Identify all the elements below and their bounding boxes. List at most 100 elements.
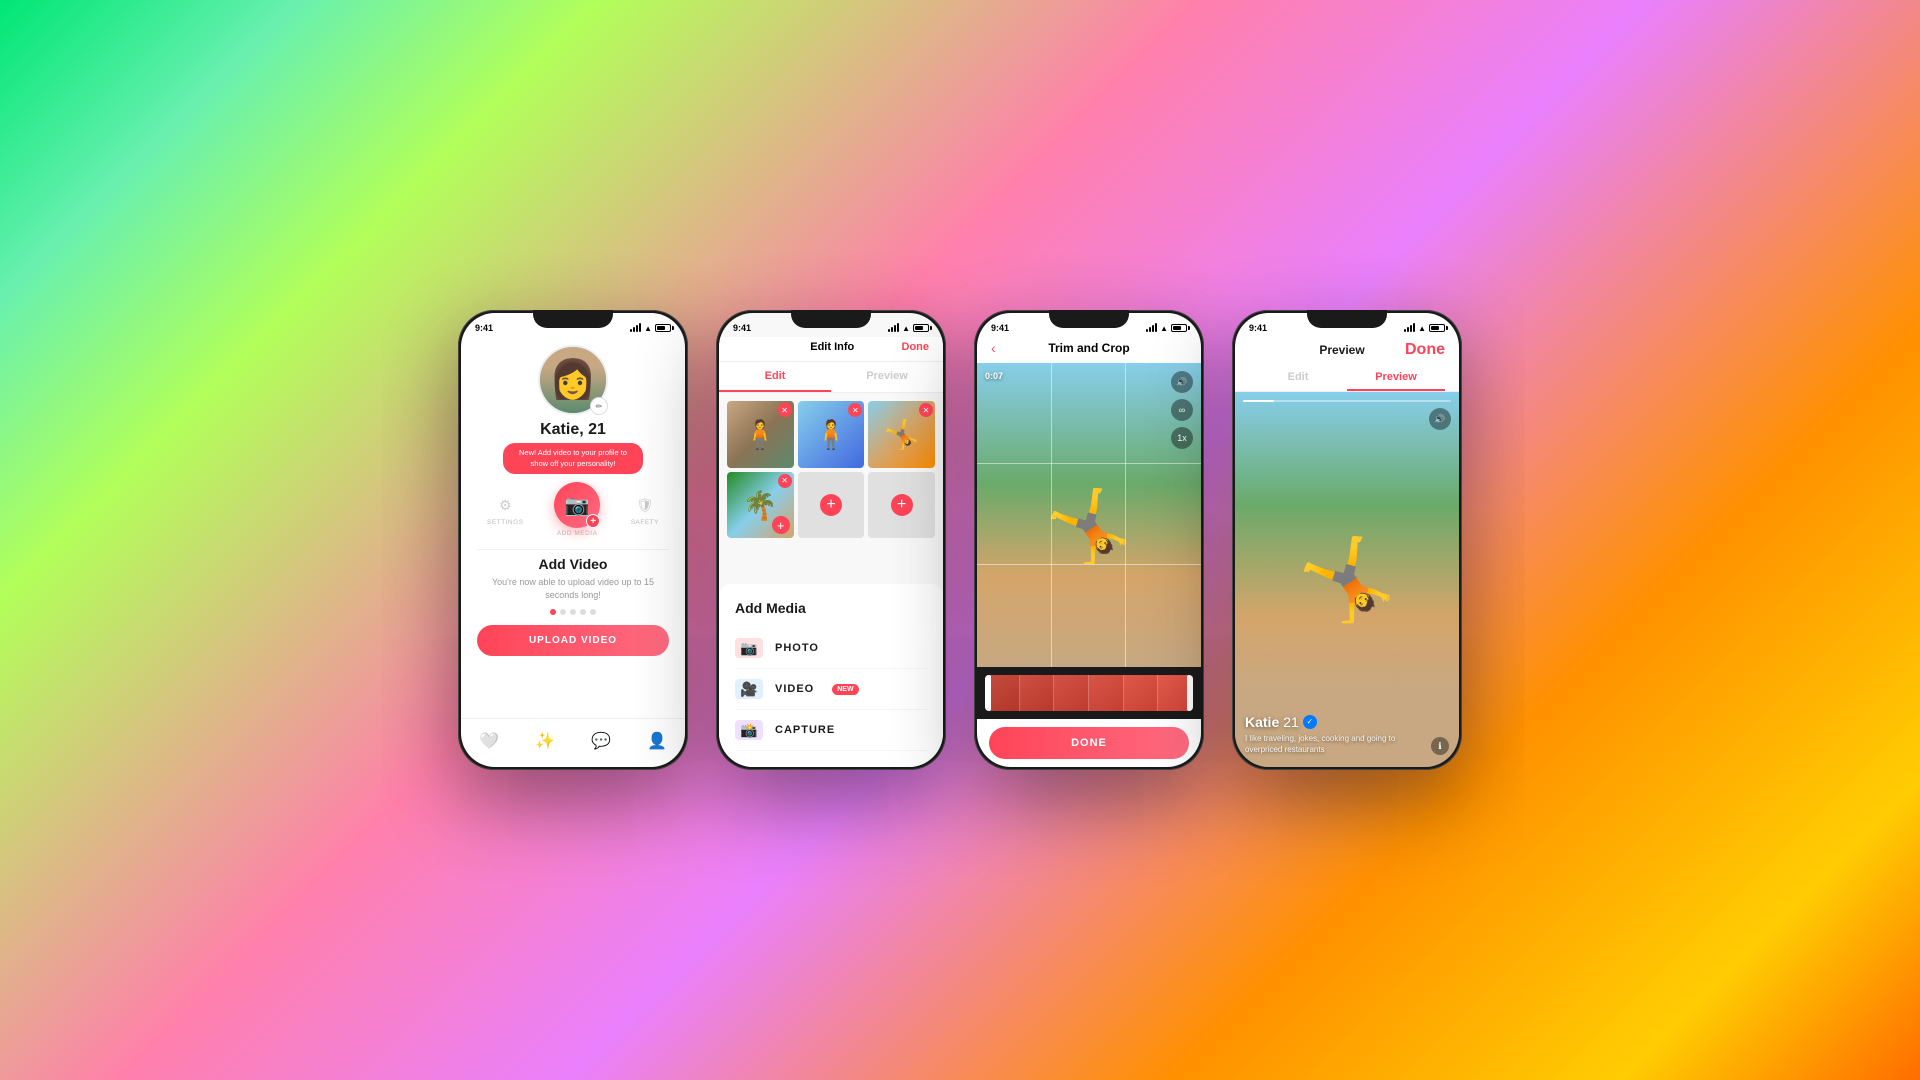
- status-icons-4: ▲: [1404, 324, 1445, 333]
- sheet-photo-item[interactable]: 📷 PHOTO: [735, 628, 927, 669]
- add-photo-btn[interactable]: +: [772, 516, 790, 534]
- nav-boost-icon[interactable]: ✨: [531, 727, 559, 755]
- trim-frames: [985, 675, 1193, 711]
- dot-3: [570, 609, 576, 615]
- dot-1: [550, 609, 556, 615]
- photo-sheet-icon: 📷: [735, 638, 763, 658]
- photo-cell-6[interactable]: +: [868, 472, 935, 539]
- sheet-capture-label: CAPTURE: [775, 724, 835, 736]
- promo-bubble: New! Add video to your profile to show o…: [503, 443, 643, 474]
- remove-photo-3[interactable]: ✕: [919, 403, 933, 417]
- capture-sheet-icon: 📸: [735, 720, 763, 740]
- add-video-desc: You're now able to upload video up to 15…: [477, 576, 669, 601]
- safety-action[interactable]: 🛡 SAFETY: [631, 493, 659, 526]
- preview-tab-edit[interactable]: Edit: [1249, 365, 1347, 391]
- edit-tab-bar: Edit Preview: [719, 362, 943, 393]
- skater-person: 🤸: [1049, 467, 1129, 587]
- preview-done-btn[interactable]: Done: [1405, 341, 1445, 359]
- notch-1: [533, 310, 613, 328]
- nav-profile-icon[interactable]: 👤: [643, 727, 671, 755]
- video-timer: 0:07: [985, 371, 1003, 381]
- photo-cell-3[interactable]: 🤸 ✕: [868, 401, 935, 468]
- wifi-icon-2: ▲: [902, 324, 910, 333]
- volume-btn[interactable]: 🔊: [1171, 371, 1193, 393]
- dots-row: [550, 609, 596, 615]
- phone1-content: ✏ Katie, 21 New! Add video to your profi…: [461, 337, 685, 718]
- notch-4: [1307, 310, 1387, 328]
- upload-video-button[interactable]: UPLOAD VIDEO: [477, 625, 669, 656]
- sheet-video-label: VIDEO: [775, 683, 814, 695]
- battery-icon-4: [1429, 324, 1445, 332]
- notch-2: [791, 310, 871, 328]
- sheet-title: Add Media: [735, 600, 927, 616]
- add-media-action[interactable]: 📷 + ADD MEDIA: [554, 482, 600, 537]
- sheet-video-item[interactable]: 🎥 VIDEO NEW: [735, 669, 927, 710]
- time-2: 9:41: [733, 323, 751, 333]
- sheet-capture-item[interactable]: 📸 CAPTURE: [735, 710, 927, 751]
- preview-tab-bar: Edit Preview: [1235, 365, 1459, 392]
- trim-frame-5: [1124, 675, 1159, 711]
- signal-icon-2: [888, 324, 899, 332]
- photo-cell-2[interactable]: 🧍 ✕: [798, 401, 865, 468]
- avatar-container: ✏: [538, 345, 608, 415]
- add-media-btn[interactable]: 📷 +: [554, 482, 600, 528]
- tab-preview[interactable]: Preview: [831, 362, 943, 392]
- trim-handle-right[interactable]: [1187, 675, 1193, 711]
- trim-track[interactable]: [985, 675, 1193, 711]
- preview-volume-btn[interactable]: 🔊: [1429, 408, 1451, 430]
- preview-video: 🤸 🔊 Katie 21 ✓ I like traveling, jokes, …: [1235, 392, 1459, 767]
- phones-container: 9:41 ▲ ✏: [0, 0, 1920, 1080]
- wifi-icon-3: ▲: [1160, 324, 1168, 333]
- preview-name-row: Katie 21 ✓: [1245, 714, 1429, 730]
- trim-handle-left[interactable]: [985, 675, 991, 711]
- add-photo-1[interactable]: +: [820, 494, 842, 516]
- photo-cell-4[interactable]: 🌴 ✕ +: [727, 472, 794, 539]
- phone-1: 9:41 ▲ ✏: [458, 310, 688, 770]
- nav-rewind-icon[interactable]: 💬: [587, 727, 615, 755]
- preview-tab-preview[interactable]: Preview: [1347, 365, 1445, 391]
- avatar-edit-icon[interactable]: ✏: [590, 397, 608, 415]
- photo-add-placeholder-1: +: [798, 472, 865, 539]
- user-name: Katie, 21: [540, 421, 606, 439]
- sheet-photo-label: PHOTO: [775, 642, 819, 654]
- wifi-icon: ▲: [644, 324, 652, 333]
- preview-progress-bar: [1243, 400, 1451, 402]
- status-icons-1: ▲: [630, 324, 671, 333]
- new-badge: NEW: [832, 684, 858, 695]
- trim-bar: [977, 667, 1201, 719]
- trim-frame-4: [1089, 675, 1124, 711]
- nav-like-icon[interactable]: 🤍: [475, 727, 503, 755]
- settings-label: SETTINGS: [487, 519, 524, 526]
- back-button[interactable]: ‹: [991, 340, 996, 356]
- phone-2: 9:41 ▲ Edit Info Done Edi: [716, 310, 946, 770]
- preview-user-name: Katie: [1245, 714, 1279, 730]
- speed-btn[interactable]: 1x: [1171, 427, 1193, 449]
- signal-icon-4: [1404, 324, 1415, 332]
- trim-done-button[interactable]: DONE: [989, 727, 1189, 759]
- remove-photo-1[interactable]: ✕: [778, 403, 792, 417]
- notch-3: [1049, 310, 1129, 328]
- add-media-label: ADD MEDIA: [557, 530, 598, 537]
- preview-progress-fill: [1243, 400, 1274, 402]
- verified-badge: ✓: [1303, 715, 1317, 729]
- time-3: 9:41: [991, 323, 1009, 333]
- signal-icon: [630, 324, 641, 332]
- tab-edit[interactable]: Edit: [719, 362, 831, 392]
- wifi-icon-4: ▲: [1418, 324, 1426, 333]
- video-controls: 🔊 ∞ 1x: [1171, 371, 1193, 449]
- video-preview-image: 🤸: [977, 363, 1201, 667]
- settings-action[interactable]: ⚙ SETTINGS: [487, 493, 524, 526]
- preview-header: Preview Done: [1235, 337, 1459, 365]
- info-button[interactable]: ℹ: [1431, 737, 1449, 755]
- safety-label: SAFETY: [631, 519, 659, 526]
- header-done-btn[interactable]: Done: [902, 341, 930, 353]
- photo-cell-5[interactable]: +: [798, 472, 865, 539]
- dot-2: [560, 609, 566, 615]
- dot-4: [580, 609, 586, 615]
- remove-photo-4[interactable]: ✕: [778, 474, 792, 488]
- photo-cell-1[interactable]: 🧍 ✕: [727, 401, 794, 468]
- loop-btn[interactable]: ∞: [1171, 399, 1193, 421]
- edit-info-header: Edit Info Done: [719, 337, 943, 362]
- add-photo-2[interactable]: +: [891, 494, 913, 516]
- status-icons-2: ▲: [888, 324, 929, 333]
